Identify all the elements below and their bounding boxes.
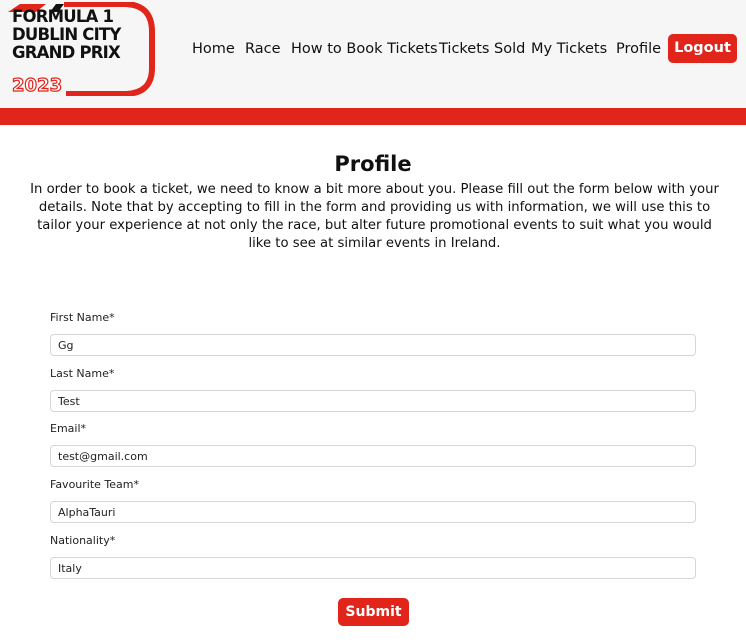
nav-my-tickets[interactable]: My Tickets (531, 38, 607, 60)
brand-wordmark: FORMULA 1 DUBLIN CITY GRAND PRIX (12, 8, 121, 62)
email-label: Email* (50, 422, 87, 435)
nationality-field[interactable] (50, 557, 696, 579)
logout-button[interactable]: Logout (668, 34, 737, 63)
brand-logo[interactable]: FORMULA 1 DUBLIN CITY GRAND PRIX 2023 (6, 2, 156, 96)
last-name-field[interactable] (50, 390, 696, 412)
brand-line-1: FORMULA 1 (12, 7, 114, 26)
nav-how-to-book[interactable]: How to Book Tickets (291, 38, 438, 60)
submit-button[interactable]: Submit (338, 598, 409, 626)
nav-profile[interactable]: Profile (616, 38, 661, 60)
page-title: Profile (334, 152, 412, 176)
nationality-label: Nationality* (50, 534, 116, 547)
favourite-team-label: Favourite Team* (50, 478, 139, 491)
site-header: FORMULA 1 DUBLIN CITY GRAND PRIX 2023 Ho… (0, 0, 746, 108)
intro-text: In order to book a ticket, we need to kn… (30, 182, 719, 251)
first-name-field[interactable] (50, 334, 696, 356)
first-name-label: First Name* (50, 311, 115, 324)
brand-line-2: DUBLIN CITY (12, 25, 121, 44)
brand-year: 2023 (11, 75, 63, 96)
nav-tickets-sold[interactable]: Tickets Sold (439, 38, 525, 60)
nav-home[interactable]: Home (192, 38, 235, 60)
email-field[interactable] (50, 445, 696, 467)
brand-line-3: GRAND PRIX (12, 43, 121, 62)
nav-race[interactable]: Race (245, 38, 281, 60)
favourite-team-field[interactable] (50, 501, 696, 523)
last-name-label: Last Name* (50, 367, 115, 380)
header-accent-bar (0, 108, 746, 125)
